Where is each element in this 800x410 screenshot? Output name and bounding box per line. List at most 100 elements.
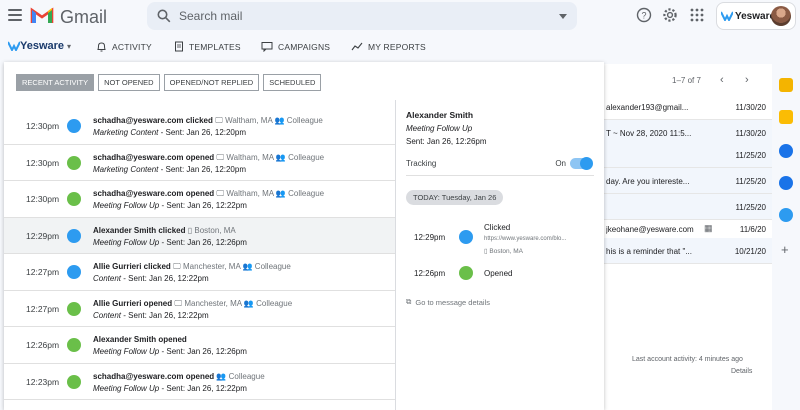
activity-actor: Alexander Smith clicked xyxy=(93,225,186,235)
yesware-addon-icon[interactable] xyxy=(779,208,793,222)
mail-date: 10/21/20 xyxy=(734,247,766,256)
nav-my-reports[interactable]: MY REPORTS xyxy=(351,41,426,52)
colleague-icon: 👥 xyxy=(243,298,254,308)
search-icon[interactable] xyxy=(157,9,171,23)
details-link[interactable]: Details xyxy=(731,368,752,375)
event-location-text: Boston, MA xyxy=(489,248,523,255)
activity-time: 12:23pm xyxy=(26,376,60,387)
nav-templates[interactable]: TEMPLATES xyxy=(174,41,241,52)
activity-subject-line: Meeting Follow Up - Sent: Jan 26, 12:26p… xyxy=(93,238,247,247)
mail-row[interactable]: 11/25/20 xyxy=(604,142,772,168)
nav-my-reports-label: MY REPORTS xyxy=(368,41,426,52)
activity-panel: RECENT ACTIVITY NOT OPENED OPENED/NOT RE… xyxy=(4,62,604,410)
activity-row[interactable]: 12:26pm Alexander Smith opened Meeting F… xyxy=(4,327,395,364)
mail-snippet: his is a reminder that "... xyxy=(606,247,692,256)
search-input[interactable] xyxy=(179,7,539,25)
activity-row[interactable]: 12:27pm Allie Gurrieri clicked 🖵 Manches… xyxy=(4,254,395,291)
desktop-icon: 🖵 xyxy=(174,298,183,308)
apps-grid-icon[interactable] xyxy=(689,7,705,23)
activity-time: 12:30pm xyxy=(26,121,60,131)
tracking-toggle[interactable] xyxy=(570,157,593,170)
activity-subject-line: Marketing Content - Sent: Jan 26, 12:20p… xyxy=(93,128,246,137)
activity-subject: Meeting Follow Up xyxy=(93,237,160,247)
activity-row[interactable]: 12:30pm schadha@yesware.com clicked 🖵 Wa… xyxy=(4,108,395,145)
event-title: Opened xyxy=(484,269,513,278)
filter-opened-not-replied[interactable]: OPENED/NOT REPLIED xyxy=(163,74,260,91)
activity-time: 12:30pm xyxy=(26,157,60,168)
activity-time: 12:30pm xyxy=(26,194,60,204)
mail-snippet: day. Are you intereste... xyxy=(606,177,690,186)
activity-location: Waltham, MA xyxy=(226,189,274,198)
account-switcher[interactable]: Yesware xyxy=(716,2,796,30)
nav-templates-label: TEMPLATES xyxy=(189,41,241,52)
activity-actor: Allie Gurrieri opened xyxy=(93,298,173,308)
nav-campaigns[interactable]: CAMPAIGNS xyxy=(261,41,330,52)
account-brand: Yesware xyxy=(735,10,776,22)
activity-location: Manchester, MA xyxy=(184,298,242,308)
tracking-label: Tracking xyxy=(406,159,437,168)
mail-row[interactable]: his is a reminder that "... 10/21/20 xyxy=(604,238,772,264)
activity-time: 12:27pm xyxy=(26,267,60,277)
nav-activity[interactable]: ACTIVITY xyxy=(96,41,152,52)
event-time: 12:29pm xyxy=(414,233,446,242)
activity-subject-line: Content - Sent: Jan 26, 12:22pm xyxy=(93,311,209,320)
email-open-icon xyxy=(67,192,81,206)
search-options-icon[interactable] xyxy=(559,14,567,19)
activity-filters: RECENT ACTIVITY NOT OPENED OPENED/NOT RE… xyxy=(16,74,322,91)
yesware-brand-menu[interactable]: Yesware ▾ xyxy=(8,40,71,52)
event-time: 12:26pm xyxy=(414,269,446,278)
avatar[interactable] xyxy=(771,6,791,26)
mail-date: 11/25/20 xyxy=(735,151,766,160)
activity-row[interactable]: 12:30pm schadha@yesware.com opened 🖵 Wal… xyxy=(4,145,395,181)
activity-actor: schadha@yesware.com opened xyxy=(93,371,215,381)
keep-icon[interactable] xyxy=(779,110,793,124)
calendar-addon-icon[interactable] xyxy=(779,78,793,92)
activity-row[interactable]: 12:30pm schadha@yesware.com opened 🖵 Wal… xyxy=(4,181,395,218)
event-url[interactable]: https://www.yesware.com/blo... xyxy=(484,236,566,242)
link-click-icon xyxy=(67,119,81,133)
filter-not-opened[interactable]: NOT OPENED xyxy=(98,74,160,91)
activity-sent: - Sent: Jan 26, 12:22pm xyxy=(123,274,209,283)
detail-sent: Sent: Jan 26, 12:26pm xyxy=(406,137,487,146)
main-menu-icon[interactable] xyxy=(8,9,22,21)
add-addon-icon[interactable]: + xyxy=(781,242,789,257)
email-open-icon xyxy=(67,374,81,389)
gmail-title: Gmail xyxy=(60,7,108,27)
event-location: ▯ Boston, MA xyxy=(484,247,523,255)
desktop-icon: 🖵 xyxy=(216,152,225,162)
search-bar[interactable] xyxy=(147,2,577,30)
mail-date: 11/30/20 xyxy=(735,103,766,112)
contacts-icon[interactable] xyxy=(779,176,793,190)
colleague-icon: 👥 xyxy=(275,152,286,162)
link-click-icon xyxy=(67,265,81,279)
today-date-pill: TODAY: Tuesday, Jan 26 xyxy=(406,190,504,205)
help-icon[interactable]: ? xyxy=(636,7,652,23)
activity-sent: - Sent: Jan 26, 12:22pm xyxy=(161,201,247,210)
filter-recent-activity[interactable]: RECENT ACTIVITY xyxy=(16,74,95,91)
activity-row[interactable]: 12:27pm Allie Gurrieri opened 🖵 Manchest… xyxy=(4,291,395,327)
activity-detail: Alexander Smith Meeting Follow Up Sent: … xyxy=(406,110,596,146)
activity-location: Waltham, MA xyxy=(225,116,273,125)
activity-time: 12:26pm xyxy=(26,340,60,350)
older-chevron-icon[interactable]: ‹ xyxy=(720,74,724,86)
newer-chevron-icon[interactable]: › xyxy=(745,74,749,86)
activity-tag: Colleague xyxy=(288,189,325,198)
mail-date: 11/6/20 xyxy=(739,225,766,234)
gmail-logo-icon[interactable] xyxy=(30,6,54,24)
settings-gear-icon[interactable] xyxy=(662,7,678,23)
email-open-icon xyxy=(67,155,81,170)
activity-row-selected[interactable]: 12:29pm Alexander Smith clicked ▯ Boston… xyxy=(4,217,395,254)
side-panel-rail: + xyxy=(772,64,800,410)
mail-row[interactable]: day. Are you intereste... 11/25/20 xyxy=(604,168,772,194)
go-to-message-details-label: Go to message details xyxy=(415,297,490,307)
colleague-icon: 👥 xyxy=(274,116,285,125)
mail-date: 11/25/20 xyxy=(735,203,766,212)
filter-scheduled[interactable]: SCHEDULED xyxy=(263,74,322,91)
activity-title: Alexander Smith clicked ▯ Boston, MA xyxy=(93,226,236,235)
go-to-message-details[interactable]: ⧉ Go to message details xyxy=(406,297,490,307)
mail-row[interactable]: alexander193@gmail... 11/30/20 xyxy=(604,94,772,120)
activity-row[interactable]: 12:23pm schadha@yesware.com opened 👥 Col… xyxy=(4,364,395,400)
activity-location: Manchester, MA xyxy=(183,262,241,271)
tasks-icon[interactable] xyxy=(779,144,793,158)
colleague-icon: 👥 xyxy=(242,262,253,271)
